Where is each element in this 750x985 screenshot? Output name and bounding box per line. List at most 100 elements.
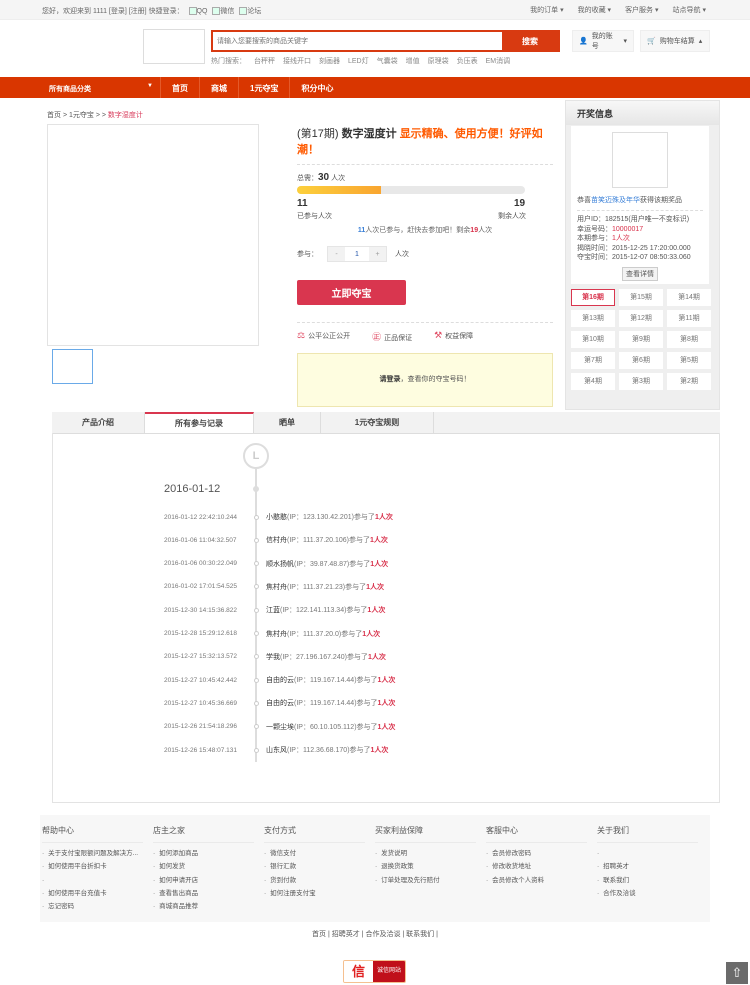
- view-details-button[interactable]: 查看详情: [622, 266, 658, 281]
- login-link[interactable]: 请登录: [380, 376, 401, 383]
- hot-search-link[interactable]: EM消调: [486, 56, 511, 66]
- footer-link[interactable]: 如何注册支付宝: [264, 887, 371, 900]
- record-user[interactable]: 山东风: [266, 745, 287, 755]
- hot-search-link[interactable]: 台秤秤: [254, 56, 275, 66]
- period-button[interactable]: 第2期: [667, 373, 711, 390]
- footer-link[interactable]: 退换货政策: [375, 860, 482, 873]
- footer-link-list: 微信支付银行汇款货到付款如何注册支付宝: [264, 847, 371, 900]
- hot-search-link[interactable]: LED灯: [348, 56, 369, 66]
- timeline-dot: [254, 677, 259, 683]
- minus-button[interactable]: -: [328, 247, 345, 261]
- footer-link[interactable]: 关于支付宝限额问题及解决方...: [42, 847, 149, 860]
- footer-link[interactable]: 商城商品推荐: [153, 900, 260, 913]
- record-joined-text: 参与了: [346, 653, 368, 661]
- nav-item[interactable]: 积分中心: [289, 77, 344, 98]
- period-button[interactable]: 第11期: [667, 310, 711, 327]
- record-user[interactable]: 信村舟: [266, 535, 287, 545]
- record-joined-text: 参与了: [356, 723, 378, 731]
- welcome-text[interactable]: 您好，欢迎来到 1111 [登录] [注册] 快捷登录：: [42, 8, 184, 15]
- hot-search-link[interactable]: 接线开口: [283, 56, 311, 66]
- breadcrumb-home[interactable]: 首页: [47, 112, 61, 119]
- tab-all-records[interactable]: 所有参与记录: [145, 412, 254, 433]
- nav-item[interactable]: 首页: [160, 77, 199, 98]
- footer-link[interactable]: 发货说明: [375, 847, 482, 860]
- footer-link[interactable]: 忘记密码: [42, 900, 149, 913]
- record-user[interactable]: 一颗尘埃: [266, 722, 294, 732]
- footer-link[interactable]: 招聘英才: [597, 860, 704, 873]
- footer-link[interactable]: 微信支付: [264, 847, 371, 860]
- record-user[interactable]: 学我: [266, 652, 280, 662]
- footer-links[interactable]: 首页 | 招聘英才 | 合作及洽谈 | 联系我们 |: [0, 929, 750, 939]
- period-button[interactable]: 第12期: [619, 310, 663, 327]
- record-user[interactable]: 小憨憨: [266, 512, 287, 522]
- tab-rules[interactable]: 1元夺宝规则: [321, 412, 434, 433]
- footer-link[interactable]: 查看售出商品: [153, 887, 260, 900]
- hot-search-link[interactable]: 刻画器: [319, 56, 340, 66]
- footer-link[interactable]: 合作及洽谈: [597, 887, 704, 900]
- footer-link[interactable]: 如何使用平台折扣卡: [42, 860, 149, 873]
- footer-link[interactable]: 如何添加商品: [153, 847, 260, 860]
- record-user[interactable]: 焦村舟: [266, 582, 287, 592]
- footer-link[interactable]: 联系我们: [597, 874, 704, 887]
- site-nav-link[interactable]: 站点导航 ▾: [673, 5, 706, 15]
- period-button[interactable]: 第6期: [619, 352, 663, 369]
- cart-button[interactable]: 🛒 购物车结算 ▴: [640, 30, 710, 52]
- record-user[interactable]: 顺水扬帆: [266, 559, 294, 569]
- my-orders-link[interactable]: 我的订单 ▾: [530, 5, 563, 15]
- period-button[interactable]: 第3期: [619, 373, 663, 390]
- product-thumbnail[interactable]: [52, 349, 93, 384]
- footer-link[interactable]: [42, 874, 149, 887]
- my-favorites-link[interactable]: 我的收藏 ▾: [578, 5, 611, 15]
- logo[interactable]: [143, 29, 205, 64]
- hot-search-link[interactable]: 负压表: [457, 56, 478, 66]
- joined-label: 已参与人次: [297, 213, 332, 220]
- breadcrumb-duobao[interactable]: 1元夺宝: [69, 112, 94, 119]
- period-button[interactable]: 第15期: [619, 289, 663, 306]
- footer-link[interactable]: 如何申请开店: [153, 874, 260, 887]
- footer-link[interactable]: [597, 847, 704, 860]
- period-button[interactable]: 第7期: [571, 352, 615, 369]
- footer-link[interactable]: 货到付款: [264, 874, 371, 887]
- qq-login[interactable]: QQ: [197, 8, 208, 15]
- back-to-top-icon[interactable]: ⇧: [726, 962, 748, 984]
- winner-name[interactable]: 苗笑迈殊及年华: [591, 197, 640, 204]
- customer-service-link[interactable]: 客户服务 ▾: [625, 5, 658, 15]
- footer-link[interactable]: 订单处理及先行赔付: [375, 874, 482, 887]
- tab-product-intro[interactable]: 产品介绍: [52, 412, 145, 433]
- search-input[interactable]: [213, 32, 503, 50]
- period-button[interactable]: 第4期: [571, 373, 615, 390]
- period-button[interactable]: 第9期: [619, 331, 663, 348]
- forum-login[interactable]: 论坛: [247, 8, 261, 15]
- footer-link[interactable]: 会员修改密码: [486, 847, 593, 860]
- footer-link[interactable]: 会员修改个人资料: [486, 874, 593, 887]
- qq-login-icon[interactable]: [188, 7, 197, 16]
- hot-search-link[interactable]: 原理袋: [428, 56, 449, 66]
- footer-link[interactable]: 如何发货: [153, 860, 260, 873]
- footer-link[interactable]: 如何使用平台充值卡: [42, 887, 149, 900]
- quantity-input[interactable]: [345, 247, 369, 261]
- category-menu[interactable]: 所有商品分类 ▼: [40, 77, 160, 98]
- wechat-login[interactable]: 微信: [220, 8, 234, 15]
- record-user[interactable]: 江蓝: [266, 605, 280, 615]
- plus-button[interactable]: +: [369, 247, 386, 261]
- nav-item[interactable]: 1元夺宝: [238, 77, 289, 98]
- trusted-site-badge[interactable]: 信诚信网站: [343, 960, 406, 983]
- record-user[interactable]: 自由的云: [266, 675, 294, 685]
- buy-now-button[interactable]: 立即夺宝: [297, 280, 406, 305]
- tab-show-orders[interactable]: 晒单: [254, 412, 321, 433]
- nav-item[interactable]: 商城: [199, 77, 238, 98]
- hot-search-link[interactable]: 气囊袋: [377, 56, 398, 66]
- record-user[interactable]: 自由的云: [266, 698, 294, 708]
- period-button[interactable]: 第10期: [571, 331, 615, 348]
- period-button[interactable]: 第14期: [667, 289, 711, 306]
- record-user[interactable]: 焦村舟: [266, 629, 287, 639]
- hot-search-link[interactable]: 增值: [406, 56, 420, 66]
- account-button[interactable]: 👤 我的账号 ▾: [572, 30, 634, 52]
- period-button[interactable]: 第8期: [667, 331, 711, 348]
- footer-link[interactable]: 修改收货地址: [486, 860, 593, 873]
- period-button[interactable]: 第16期: [571, 289, 615, 306]
- search-button[interactable]: 搜索: [502, 30, 558, 52]
- footer-link[interactable]: 银行汇款: [264, 860, 371, 873]
- period-button[interactable]: 第13期: [571, 310, 615, 327]
- period-button[interactable]: 第5期: [667, 352, 711, 369]
